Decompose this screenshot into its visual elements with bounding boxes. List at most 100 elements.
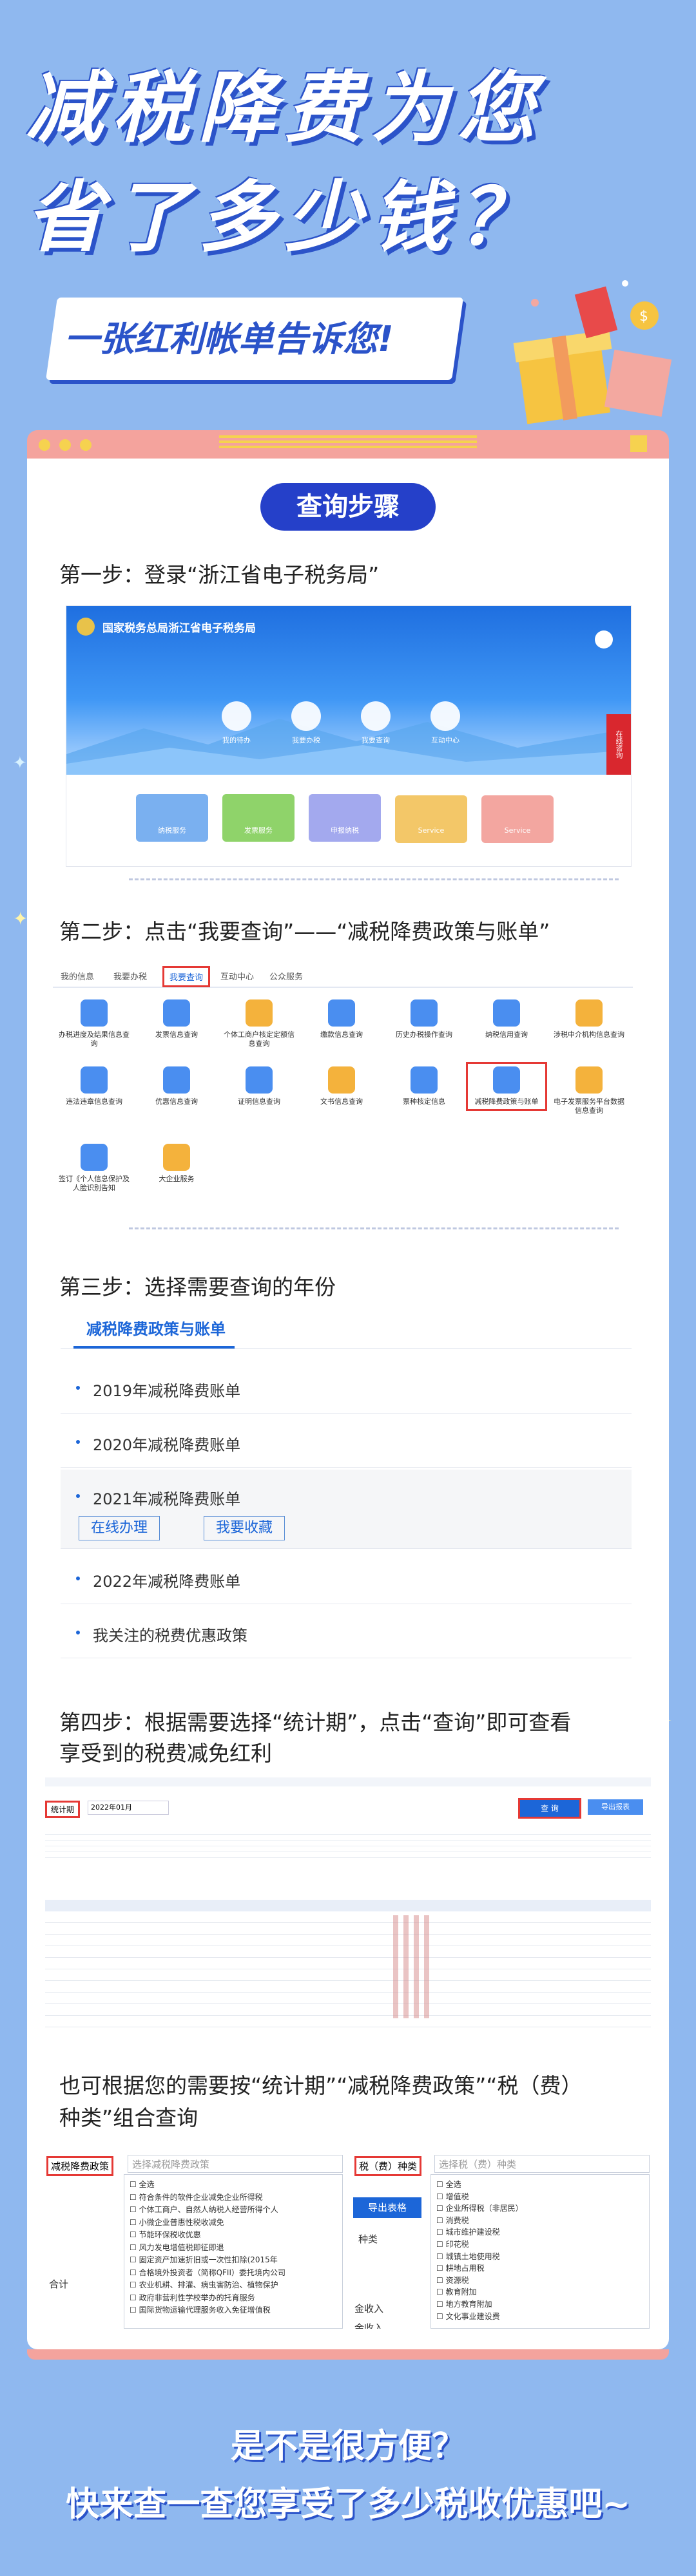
query-item[interactable]: 证明信息查询 <box>223 1066 295 1106</box>
query-item-tax-reduction[interactable]: 减税降费政策与账单 <box>466 1062 547 1111</box>
step2-text: 第二步：点击“我要查询”——“减税降费政策与账单” <box>59 919 550 944</box>
policy-option[interactable]: ☐ 合格境外投资者（简称QFII）委托境内公司 <box>130 2267 337 2280</box>
hero-title-line2: 省了多少钱？ <box>26 173 544 263</box>
portal-site-title: 国家税务总局浙江省电子税务局 <box>102 622 256 635</box>
year-item-2019[interactable]: 2019年减税降费账单 <box>61 1361 632 1414</box>
query-item[interactable]: 发票信息查询 <box>140 999 213 1039</box>
policy-filter-label: 减税降费政策 <box>46 2156 114 2176</box>
hero-title-line1: 减税降费为您 <box>26 64 544 153</box>
query-item[interactable]: 个体工商户核定定额信息查询 <box>223 999 295 1048</box>
card-corner-square <box>630 435 647 452</box>
tax-type-option[interactable]: ☐ 企业所得税（非居民） <box>436 2202 644 2215</box>
quick-entry-query[interactable]: 我要查询 <box>341 701 411 745</box>
tax-type-option[interactable]: ☐ 城市维护建设税 <box>436 2226 644 2239</box>
query-button[interactable]: 查 询 <box>518 1798 581 1819</box>
policy-option[interactable]: ☐ 固定资产加速折旧或一次性扣除(2015年 <box>130 2254 337 2267</box>
service-tile[interactable]: Service <box>395 795 467 843</box>
tax-type-option[interactable]: ☐ 地方教育附加 <box>436 2298 644 2311</box>
service-tile[interactable]: Service <box>481 795 554 843</box>
query-item[interactable]: 文书信息查询 <box>305 1066 378 1106</box>
query-item[interactable]: 违法违章信息查询 <box>58 1066 130 1106</box>
tax-type-option[interactable]: ☐ 消费税 <box>436 2215 644 2227</box>
card-header-stripes <box>219 435 477 451</box>
tax-type-option[interactable]: ☐ 印花税 <box>436 2239 644 2251</box>
policy-option[interactable]: ☐ 个体工商户、自然人纳税人经营所得个人 <box>130 2204 337 2217</box>
policy-filter-input[interactable]: 选择减税降费政策 <box>128 2155 343 2173</box>
policy-option[interactable]: ☐ 风力发电增值税即征即退 <box>130 2242 337 2255</box>
query-item[interactable]: 大企业服务 <box>140 1144 213 1184</box>
query-item[interactable]: 涉税中介机构信息查询 <box>553 999 625 1039</box>
card-bottom-strip <box>27 2349 669 2360</box>
stat-period-label: 统计期 <box>45 1801 81 1818</box>
policy-option[interactable]: ☐ 符合条件的软件企业减免企业所得税 <box>130 2192 337 2204</box>
query-item[interactable]: 票种核定信息 <box>388 1066 460 1106</box>
stat-period-select[interactable]: 2022年01月 <box>88 1801 169 1815</box>
policy-option[interactable]: ☐ 国际货物运输代理服务收入免征增值税 <box>130 2304 337 2317</box>
combo-text-line1: 也可根据您的需要按“统计期”“减税降费政策”“税（费） <box>59 2073 583 2098</box>
year-item-2020[interactable]: 2020年减税降费账单 <box>61 1416 632 1468</box>
screenshot-policy-filter: 减税降费政策 选择减税降费政策 ☐ 全选 ☐ 符合条件的软件企业减免企业所得税 ☐ … <box>46 2155 343 2329</box>
query-item[interactable]: 电子发票服务平台数据信息查询 <box>553 1066 625 1115</box>
service-tile[interactable]: 发票服务 <box>222 794 295 842</box>
portal-quick-entries: 我的待办 我要办税 我要查询 互动中心 <box>202 701 498 745</box>
online-consult-tag[interactable]: 在线咨询 <box>606 714 631 775</box>
tax-type-option[interactable]: ☐ 文化事业建设费 <box>436 2311 644 2323</box>
tax-type-option[interactable]: ☐ 资源税 <box>436 2275 644 2287</box>
policy-options-list: ☐ 全选 ☐ 符合条件的软件企业减免企业所得税 ☐ 个体工商户、自然人纳税人经营所得… <box>124 2174 343 2329</box>
step1-text: 第一步：登录“浙江省电子税务局” <box>59 562 380 587</box>
screenshot-bill-table: 统计期 2022年01月 查 询 导出报表 <box>45 1777 651 2035</box>
policy-option[interactable]: ☐ 农业机耕、排灌、病虫害防治、植物保护 <box>130 2279 337 2292</box>
tab-public[interactable]: 公众服务 <box>269 970 303 982</box>
tax-type-options-list: ☐ 全选 ☐ 增值税 ☐ 企业所得税（非居民） ☐ 消费税 ☐ 城市维护建设税 ☐ 印花税… <box>430 2174 650 2329</box>
tax-type-option[interactable]: ☐ 城镇土地使用税 <box>436 2251 644 2263</box>
query-item[interactable]: 历史办税操作查询 <box>388 999 460 1039</box>
year-item-2021[interactable]: 2021年减税降费账单 在线办理 我要收藏 <box>61 1470 632 1549</box>
tab-do-tax[interactable]: 我要办税 <box>113 970 147 982</box>
quick-entry-tax[interactable]: 我要办税 <box>271 701 341 745</box>
screenshot-tax-type-filter: 税（费）种类 选择税（费）种类 导出表格 种类 金收入 金收入 ☐ 全选 ☐ 增值… <box>353 2155 650 2329</box>
portal-service-tiles: 纳税服务 发票服务 申报纳税 Service Service <box>136 794 574 843</box>
query-item[interactable]: 办税进度及结果信息查询 <box>58 999 130 1048</box>
online-handle-button[interactable]: 在线办理 <box>79 1516 160 1540</box>
tax-type-option[interactable]: ☐ 全选 <box>436 2179 644 2191</box>
hero-banner-text: 一张红利帐单告诉您! <box>64 319 394 359</box>
export-report-button[interactable]: 导出报表 <box>588 1799 643 1815</box>
user-login-icon[interactable] <box>595 630 613 649</box>
tab-my-info[interactable]: 我的信息 <box>61 970 94 982</box>
service-tile[interactable]: 申报纳税 <box>309 794 381 842</box>
screenshot-query-menu: 我的信息 我要办税 我要查询 互动中心 公众服务 办税进度及结果信息查询 发票信息… <box>53 963 633 1212</box>
tax-emblem-icon <box>77 618 95 636</box>
tab-query-active[interactable]: 我要查询 <box>162 966 211 987</box>
tax-type-option[interactable]: ☐ 教育附加 <box>436 2286 644 2298</box>
quick-entry-interact[interactable]: 互动中心 <box>411 701 480 745</box>
year-list-header: 减税降费政策与账单 <box>86 1320 226 1338</box>
section-divider <box>129 1227 619 1229</box>
favorite-button[interactable]: 我要收藏 <box>204 1516 285 1540</box>
policy-option[interactable]: ☐ 小微企业普惠性税收减免 <box>130 2217 337 2230</box>
query-item[interactable]: 优惠信息查询 <box>140 1066 213 1106</box>
policy-option[interactable]: ☐ 全选 <box>130 2179 337 2192</box>
query-item[interactable]: 缴款信息查询 <box>305 999 378 1039</box>
section-divider <box>129 878 619 880</box>
policy-option[interactable]: ☐ 政府非营利性学校举办的托育服务 <box>130 2292 337 2305</box>
year-item-2022[interactable]: 2022年减税降费账单 <box>61 1552 632 1604</box>
quick-entry-todo[interactable]: 我的待办 <box>202 701 271 745</box>
export-table-button[interactable]: 导出表格 <box>353 2197 421 2218</box>
svg-text:$: $ <box>639 308 648 325</box>
tax-type-filter-input[interactable]: 选择税（费）种类 <box>434 2155 650 2173</box>
query-tabs: 我的信息 我要办税 我要查询 互动中心 公众服务 <box>53 963 633 988</box>
query-item[interactable]: 纳税信用查询 <box>470 999 543 1039</box>
total-label: 合计 <box>49 2278 69 2290</box>
tax-type-option[interactable]: ☐ 耕地占用税 <box>436 2262 644 2275</box>
followed-policies-item[interactable]: 我关注的税费优惠政策 <box>61 1606 632 1658</box>
screenshot-login-portal: 国家税务总局浙江省电子税务局 我的待办 我要办税 我要查询 互动中心 在线咨询 纳税服… <box>66 605 632 867</box>
bill-table-rows <box>45 1911 651 2027</box>
query-item[interactable]: 签订《个人信息保护及人脸识别告知 <box>58 1144 130 1193</box>
tax-type-option[interactable]: ☐ 增值税 <box>436 2191 644 2203</box>
policy-option[interactable]: ☐ 节能环保税收优惠 <box>130 2229 337 2242</box>
step4-text-line2: 享受到的税费减免红利 <box>59 1741 272 1766</box>
card-window-dots <box>39 439 101 453</box>
tab-interact[interactable]: 互动中心 <box>220 970 254 982</box>
combo-text-line2: 种类”组合查询 <box>59 2105 198 2130</box>
service-tile[interactable]: 纳税服务 <box>136 794 208 842</box>
